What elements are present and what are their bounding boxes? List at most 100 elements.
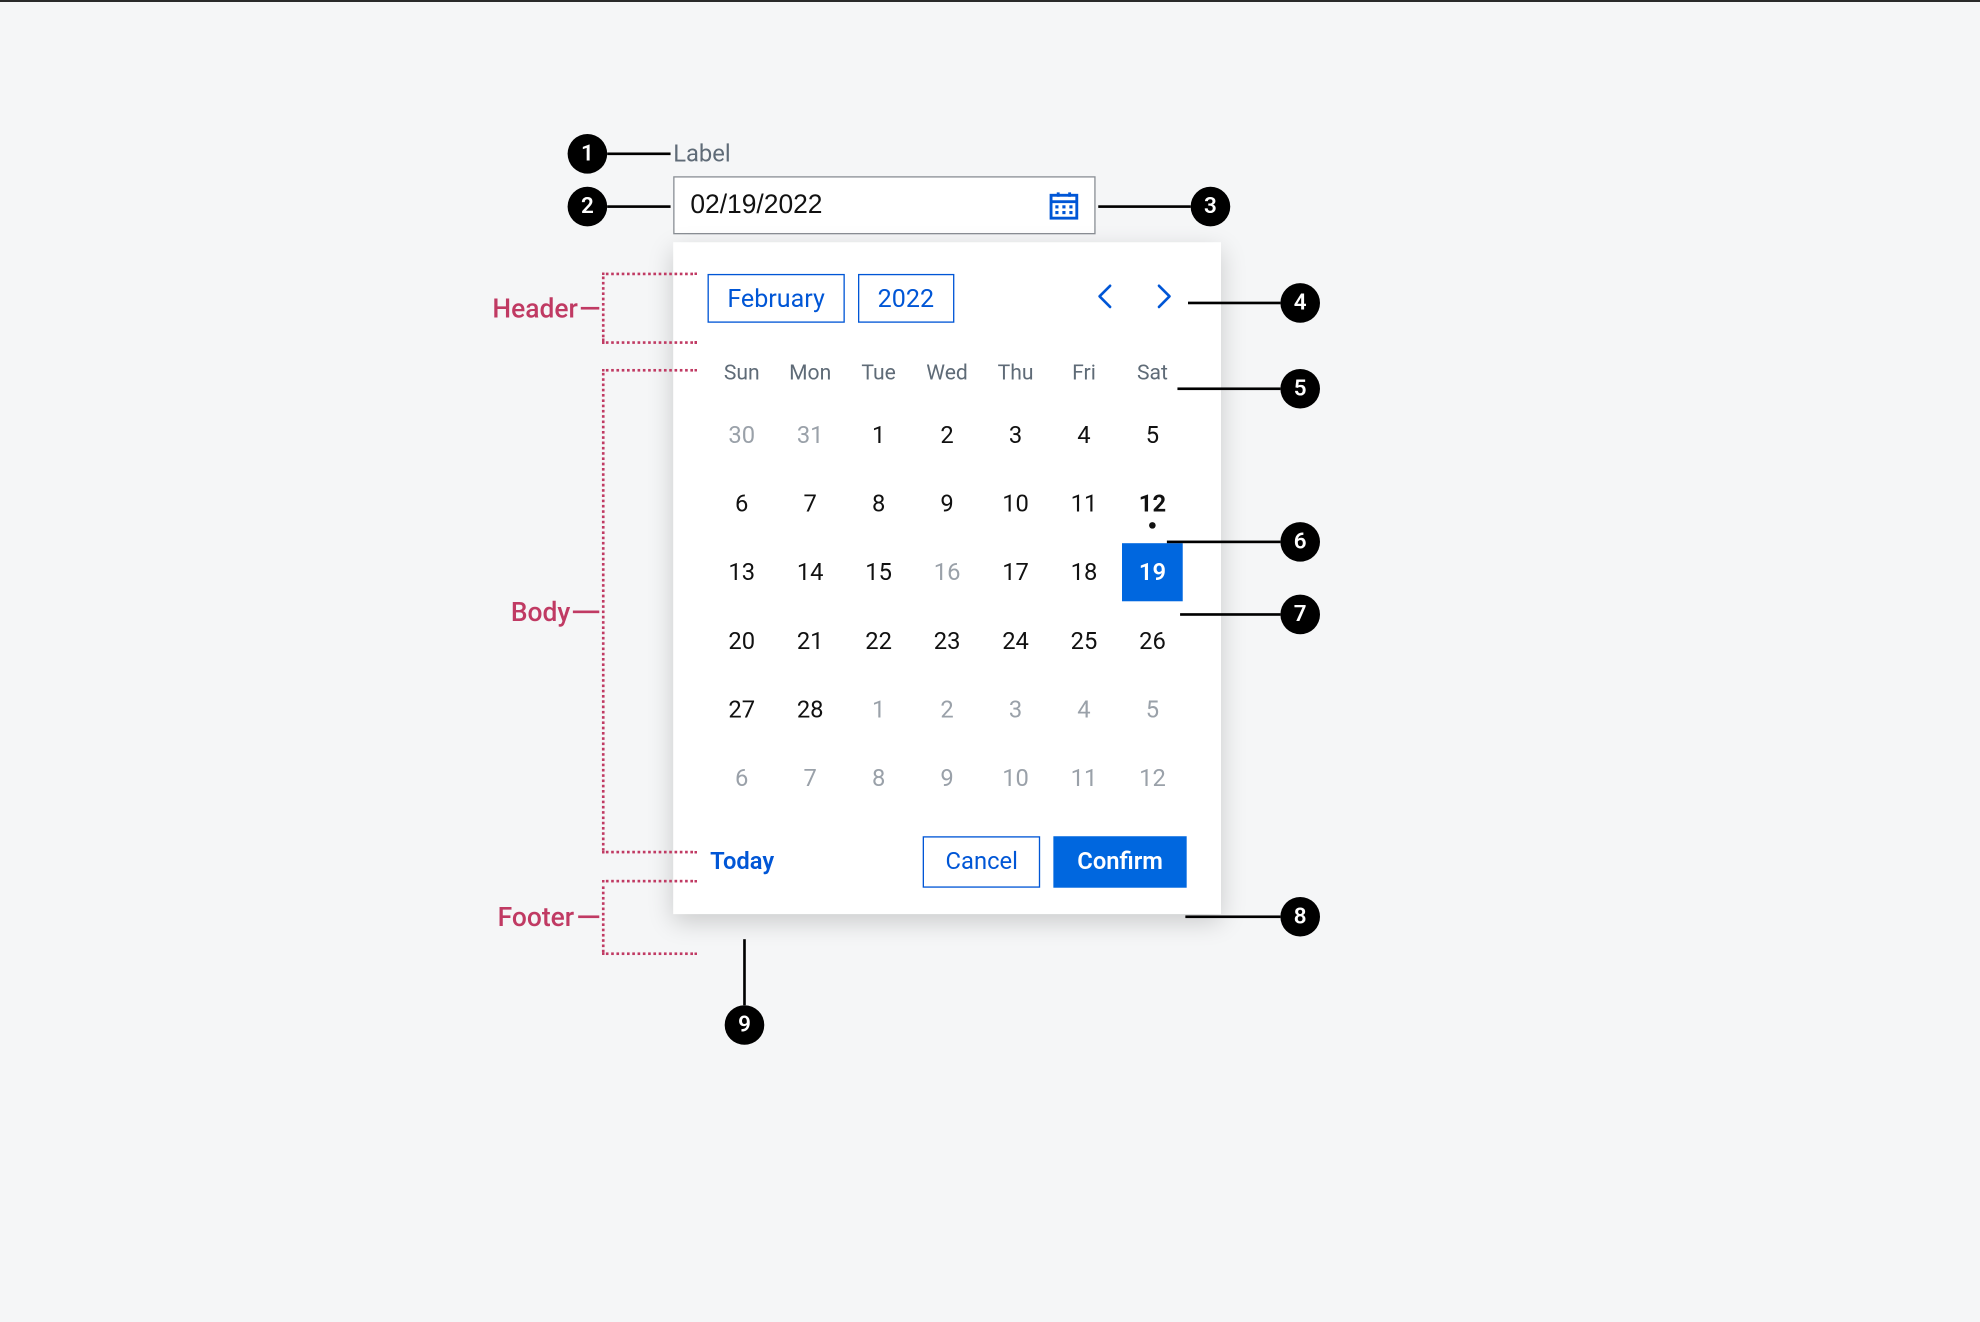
section-label-footer: Footer — [498, 901, 574, 933]
calendar-day[interactable]: 27 — [711, 680, 772, 738]
annotation-pin-6: 6 — [1167, 522, 1320, 562]
annotation-number: 5 — [1280, 369, 1320, 409]
calendar-day[interactable]: 24 — [985, 612, 1046, 670]
calendar-icon[interactable] — [1047, 188, 1081, 222]
annotation-pin-2: 2 — [568, 187, 671, 227]
section-label-body: Body — [511, 596, 570, 628]
annotation-connector — [602, 341, 697, 344]
calendar-day[interactable]: 3 — [985, 680, 1046, 738]
annotation-connector — [1188, 302, 1280, 305]
annotation-number: 2 — [568, 187, 608, 227]
annotation-number: 8 — [1280, 897, 1320, 937]
calendar-day[interactable]: 2 — [917, 406, 978, 464]
calendar-day[interactable]: 17 — [985, 543, 1046, 601]
calendar-day[interactable]: 31 — [780, 406, 841, 464]
annotation-number: 9 — [725, 1005, 765, 1045]
annotation-connector — [1177, 387, 1280, 390]
calendar-day[interactable]: 22 — [848, 612, 909, 670]
calendar-day[interactable]: 13 — [711, 543, 772, 601]
day-of-week-label: Fri — [1050, 352, 1118, 401]
annotation-pin-1: 1 — [568, 134, 671, 174]
day-of-week-label: Wed — [913, 352, 981, 401]
annotation-connector — [578, 915, 599, 918]
annotation-connector — [743, 939, 746, 1005]
annotation-pin-8: 8 — [1185, 897, 1320, 937]
calendar-day[interactable]: 16 — [917, 543, 978, 601]
annotation-pin-7: 7 — [1180, 595, 1320, 635]
annotation-connector — [602, 273, 697, 276]
annotation-bracket — [602, 369, 605, 851]
prev-month-button[interactable] — [1084, 276, 1129, 321]
day-of-week-label: Sat — [1118, 352, 1186, 401]
calendar-day[interactable]: 4 — [1054, 406, 1115, 464]
today-button[interactable]: Today — [708, 840, 777, 884]
annotation-connector — [1167, 541, 1281, 544]
calendar-day[interactable]: 9 — [917, 749, 978, 807]
chevron-left-icon — [1094, 281, 1118, 317]
annotation-number: 7 — [1280, 595, 1320, 635]
calendar-day[interactable]: 11 — [1054, 749, 1115, 807]
calendar-day[interactable]: 6 — [711, 749, 772, 807]
day-of-week-label: Mon — [776, 352, 844, 401]
calendar-day[interactable]: 8 — [848, 475, 909, 533]
date-input[interactable] — [690, 190, 1046, 220]
annotation-number: 3 — [1191, 187, 1231, 227]
datepicker-footer: Today Cancel Confirm — [708, 836, 1187, 887]
annotation-pin-4: 4 — [1188, 283, 1320, 323]
calendar-day[interactable]: 10 — [985, 749, 1046, 807]
calendar-day[interactable]: 11 — [1054, 475, 1115, 533]
calendar-day[interactable]: 10 — [985, 475, 1046, 533]
annotation-number: 4 — [1280, 283, 1320, 323]
calendar-day[interactable]: 30 — [711, 406, 772, 464]
annotation-connector — [1185, 915, 1280, 918]
calendar-day[interactable]: 2 — [917, 680, 978, 738]
cancel-button[interactable]: Cancel — [923, 836, 1040, 887]
day-of-week-row: SunMonTueWedThuFriSat — [708, 352, 1187, 401]
confirm-button[interactable]: Confirm — [1054, 836, 1187, 887]
chevron-right-icon — [1152, 281, 1176, 317]
annotation-pin-9: 9 — [725, 939, 765, 1045]
calendar-day[interactable]: 21 — [780, 612, 841, 670]
calendar-day[interactable]: 23 — [917, 612, 978, 670]
calendar-day[interactable]: 5 — [1122, 680, 1183, 738]
calendar-day[interactable]: 12 — [1122, 749, 1183, 807]
annotation-connector — [607, 152, 670, 155]
annotation-connector — [581, 307, 599, 310]
calendar-day[interactable]: 26 — [1122, 612, 1183, 670]
section-label-header: Header — [492, 292, 577, 324]
calendar-day[interactable]: 9 — [917, 475, 978, 533]
calendar-day[interactable]: 18 — [1054, 543, 1115, 601]
annotation-connector — [573, 611, 599, 614]
calendar-day[interactable]: 3 — [985, 406, 1046, 464]
calendar-grid: 3031123456789101112131415161718192021222… — [708, 401, 1187, 813]
calendar-day[interactable]: 1 — [848, 406, 909, 464]
date-field-label: Label — [673, 141, 730, 169]
annotation-connector — [602, 880, 697, 883]
calendar-day[interactable]: 15 — [848, 543, 909, 601]
annotation-connector — [1098, 205, 1190, 208]
calendar-day[interactable]: 7 — [780, 749, 841, 807]
calendar-day[interactable]: 7 — [780, 475, 841, 533]
next-month-button[interactable] — [1142, 276, 1187, 321]
year-select-button[interactable]: 2022 — [858, 274, 954, 323]
day-of-week-label: Sun — [708, 352, 776, 401]
calendar-day[interactable]: 6 — [711, 475, 772, 533]
calendar-day[interactable]: 1 — [848, 680, 909, 738]
day-of-week-label: Tue — [844, 352, 912, 401]
annotation-connector — [602, 369, 697, 372]
calendar-day[interactable]: 5 — [1122, 406, 1183, 464]
calendar-day[interactable]: 8 — [848, 749, 909, 807]
calendar-day[interactable]: 20 — [711, 612, 772, 670]
month-select-button[interactable]: February — [708, 274, 845, 323]
annotation-pin-3: 3 — [1098, 187, 1230, 227]
annotation-number: 6 — [1280, 522, 1320, 562]
annotation-connector — [607, 205, 670, 208]
calendar-day[interactable]: 28 — [780, 680, 841, 738]
calendar-day[interactable]: 14 — [780, 543, 841, 601]
calendar-day[interactable]: 4 — [1054, 680, 1115, 738]
datepicker-header: February 2022 — [708, 274, 1187, 323]
annotation-connector — [602, 952, 697, 955]
day-of-week-label: Thu — [981, 352, 1049, 401]
annotation-pin-5: 5 — [1177, 369, 1320, 409]
calendar-day[interactable]: 25 — [1054, 612, 1115, 670]
